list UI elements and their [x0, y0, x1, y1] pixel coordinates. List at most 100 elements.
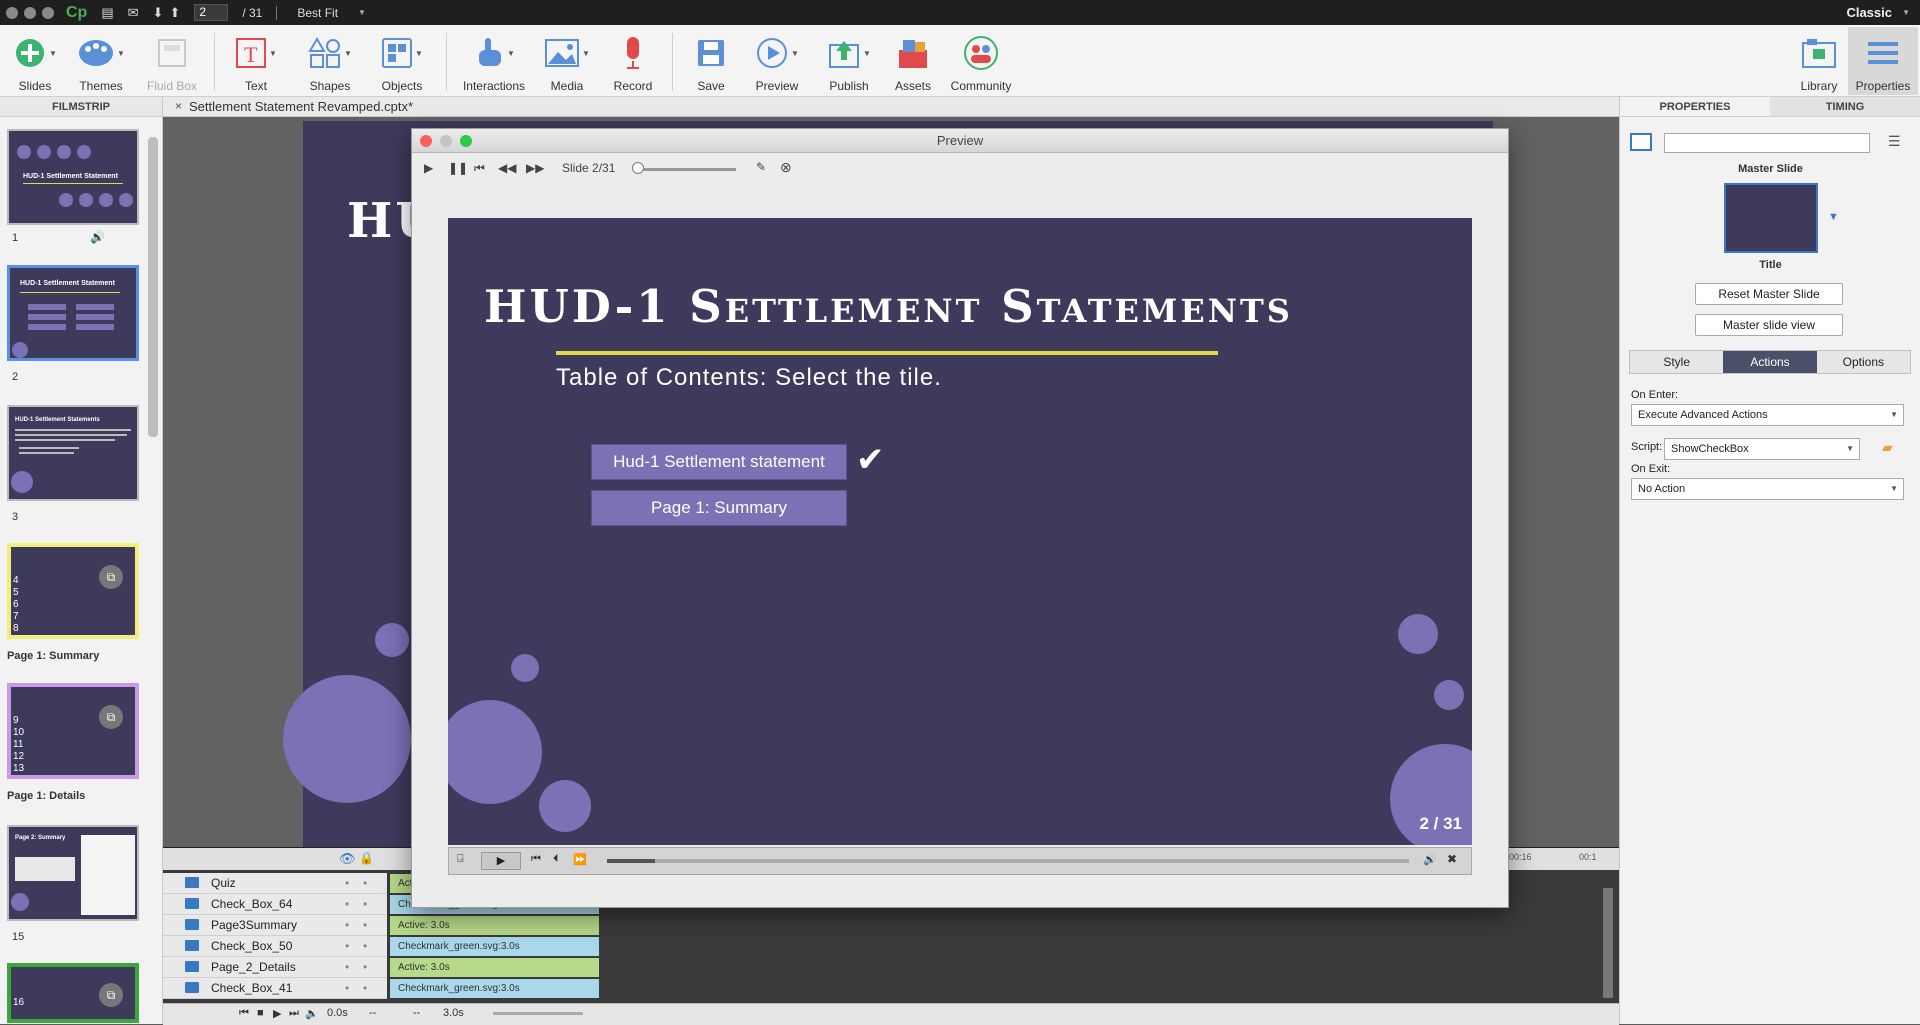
arrow-up-icon[interactable]: ⬆ — [169, 5, 180, 21]
group-icon[interactable]: ⧉ — [99, 705, 123, 729]
lock-dot[interactable]: • — [363, 894, 367, 914]
shapes-button[interactable]: ▼ Shapes — [295, 31, 365, 93]
slides-button[interactable]: ▼ Slides — [0, 31, 70, 93]
fluid-box-button[interactable]: Fluid Box — [137, 31, 207, 93]
toc-button-page1-summary[interactable]: Page 1: Summary — [591, 490, 847, 526]
publish-button[interactable]: ▼ Publish — [814, 31, 884, 93]
slide-name-input[interactable] — [1664, 133, 1870, 153]
forward-icon[interactable]: ⏭ — [289, 1007, 299, 1020]
slide-thumbnail-1[interactable]: HUD-1 Settlement Statement — [7, 129, 139, 225]
arrow-down-icon[interactable]: ⬇ — [153, 5, 164, 21]
pause-icon[interactable]: ❚❚ — [448, 161, 468, 175]
slide-group-page1-summary[interactable]: 45678 ⧉ — [7, 543, 139, 639]
stop-icon[interactable]: ■ — [257, 1007, 264, 1019]
slide-thumbnail-2[interactable]: HUD-1 Settlement Statement — [7, 265, 139, 361]
timeline-row[interactable]: Page3Summary • • — [163, 915, 387, 936]
assets-button[interactable]: Assets — [878, 31, 948, 93]
back-icon[interactable]: ⏴ — [553, 853, 559, 866]
pencil-icon[interactable]: ✎ — [756, 160, 766, 174]
workspace-select[interactable]: Classic — [1846, 5, 1892, 20]
close-tab-icon[interactable]: × — [175, 99, 182, 113]
forward-icon[interactable]: ▶▶ — [526, 161, 544, 175]
notes-icon[interactable]: ▤ — [101, 5, 113, 21]
filmstrip-scrollbar[interactable] — [148, 137, 158, 437]
tab-timing[interactable]: TIMING — [1770, 97, 1920, 117]
on-enter-select[interactable]: Execute Advanced Actions ▼ — [1631, 404, 1904, 426]
master-slide-thumbnail[interactable] — [1724, 183, 1818, 253]
tab-properties[interactable]: PROPERTIES — [1620, 97, 1770, 117]
timeline-row[interactable]: Check_Box_50 • • — [163, 936, 387, 957]
slide-thumbnail-3[interactable]: HUD-1 Settlement Statements — [7, 405, 139, 501]
slide-group-page1-details[interactable]: 9 10 11 12 13 ⧉ — [7, 683, 139, 779]
exit-icon[interactable]: ⍈ — [457, 853, 464, 866]
preview-button[interactable]: ▼ Preview — [742, 31, 812, 93]
timeline-row[interactable]: Quiz • • — [163, 873, 387, 894]
back-icon[interactable]: ◀◀ — [498, 161, 516, 175]
rewind-icon[interactable]: ⏮ — [531, 853, 541, 866]
timeline-bar[interactable]: Checkmark_green.svg:3.0s — [390, 937, 599, 956]
script-select[interactable]: ShowCheckBox ▼ — [1664, 438, 1860, 460]
visibility-dot[interactable]: • — [345, 957, 349, 977]
themes-button[interactable]: ▼ Themes — [66, 31, 136, 93]
objects-button[interactable]: ▼ Objects — [367, 31, 437, 93]
toc-button-hud1[interactable]: Hud-1 Settlement statement — [591, 444, 847, 480]
play-icon[interactable]: ▶ — [424, 161, 433, 175]
slide-thumbnail-15[interactable]: Page 2: Summary — [7, 825, 139, 921]
document-tab[interactable]: Settlement Statement Revamped.cptx* — [189, 99, 413, 114]
lock-dot[interactable]: • — [363, 915, 367, 935]
chevron-down-icon[interactable]: ▼ — [1828, 211, 1839, 223]
properties-button[interactable]: Properties — [1848, 27, 1918, 95]
library-button[interactable]: Library — [1784, 31, 1854, 93]
preview-progress-track[interactable] — [636, 168, 736, 171]
close-circle-icon[interactable]: ⊗ — [780, 159, 792, 176]
text-button[interactable]: T ▼ Text — [221, 31, 291, 93]
visibility-dot[interactable]: • — [345, 873, 349, 893]
zoom-window-button[interactable] — [460, 135, 472, 147]
rewind-icon[interactable]: ⏮ — [474, 161, 485, 176]
close-window-button[interactable] — [6, 6, 18, 19]
close-icon[interactable]: ✖ — [1447, 852, 1457, 866]
interactions-button[interactable]: ▼ Interactions — [458, 31, 530, 93]
play-button[interactable]: ▶ — [481, 852, 521, 870]
mail-icon[interactable]: ✉ — [128, 5, 139, 21]
timeline-bar[interactable]: Active: 3.0s — [390, 958, 599, 977]
playbar-track[interactable] — [607, 859, 1409, 863]
lock-dot[interactable]: • — [363, 957, 367, 977]
eye-icon[interactable]: 👁 — [339, 851, 356, 867]
visibility-dot[interactable]: • — [345, 978, 349, 998]
tab-actions[interactable]: Actions — [1723, 351, 1817, 373]
visibility-dot[interactable]: • — [345, 894, 349, 914]
media-button[interactable]: ▼ Media — [532, 31, 602, 93]
zoom-select[interactable]: Best Fit — [297, 6, 338, 20]
volume-icon[interactable]: 🔊 — [1423, 853, 1437, 866]
lock-dot[interactable]: • — [363, 936, 367, 956]
timeline-scrollbar[interactable] — [1603, 888, 1613, 998]
visibility-dot[interactable]: • — [345, 936, 349, 956]
lock-icon[interactable]: 🔒 — [359, 851, 374, 865]
folder-icon[interactable]: ▰ — [1882, 439, 1893, 456]
lock-dot[interactable]: • — [363, 873, 367, 893]
rewind-icon[interactable]: ⏮ — [239, 1007, 249, 1020]
on-exit-select[interactable]: No Action ▼ — [1631, 478, 1904, 500]
preview-progress-thumb[interactable] — [632, 162, 644, 174]
forward-icon[interactable]: ⏩ — [573, 853, 587, 866]
lock-dot[interactable]: • — [363, 978, 367, 998]
close-window-button[interactable] — [420, 135, 432, 147]
timeline-zoom-slider[interactable] — [493, 1012, 583, 1015]
timeline-row[interactable]: Check_Box_64 • • — [163, 894, 387, 915]
master-slide-view-button[interactable]: Master slide view — [1695, 314, 1843, 336]
slide-group-16[interactable]: 16 ⧉ — [7, 963, 139, 1023]
play-icon[interactable]: ▶ — [273, 1007, 281, 1020]
record-button[interactable]: Record — [598, 31, 668, 93]
list-menu-icon[interactable]: ☰ — [1888, 133, 1901, 150]
minimize-window-button[interactable] — [440, 135, 452, 147]
save-button[interactable]: Save — [676, 31, 746, 93]
zoom-window-button[interactable] — [42, 6, 54, 19]
timeline-bar[interactable]: Checkmark_green.svg:3.0s — [390, 979, 599, 998]
reset-master-slide-button[interactable]: Reset Master Slide — [1695, 283, 1843, 305]
speaker-icon[interactable]: 🔈 — [305, 1007, 319, 1020]
timeline-bar[interactable]: Active: 3.0s — [390, 916, 599, 935]
tab-style[interactable]: Style — [1630, 351, 1723, 373]
tab-options[interactable]: Options — [1817, 351, 1910, 373]
page-number-input[interactable]: 2 — [194, 4, 229, 21]
